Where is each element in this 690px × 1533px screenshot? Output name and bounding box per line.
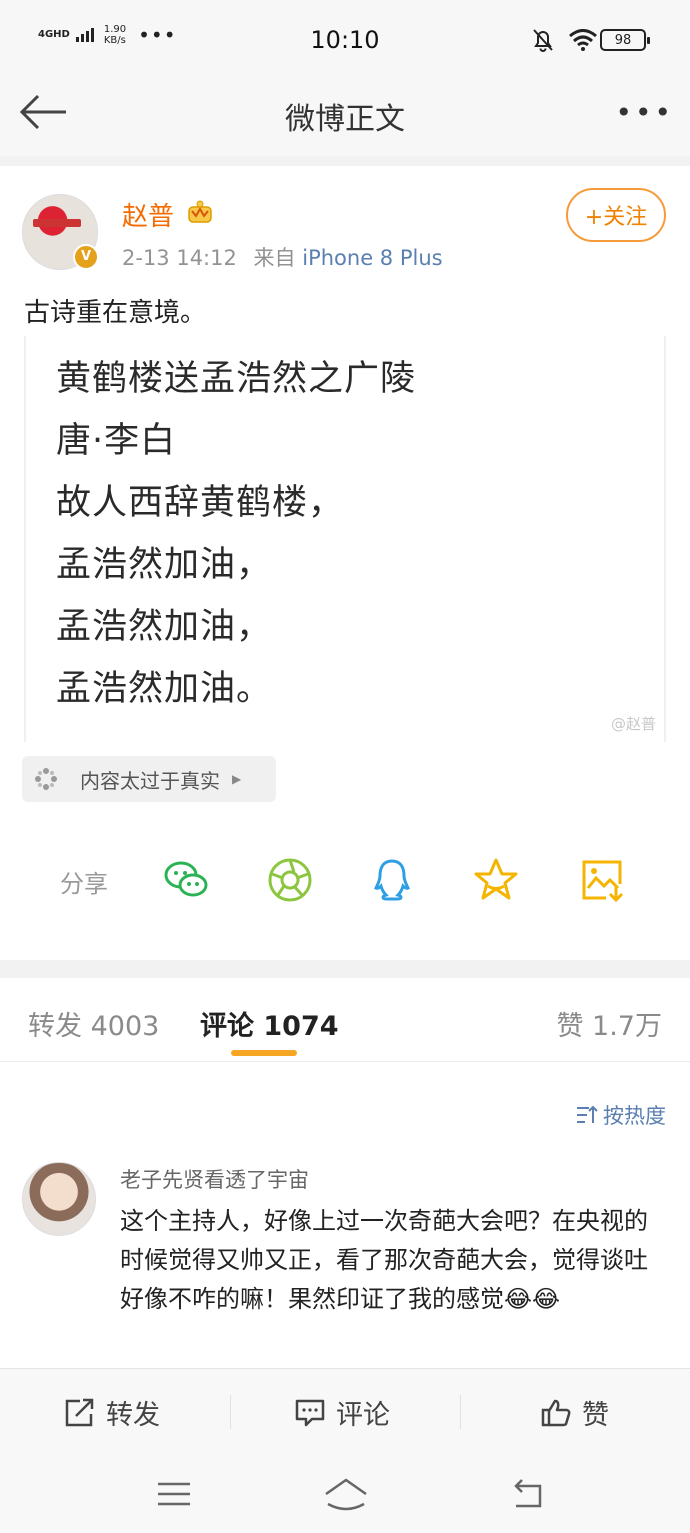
- sort-icon: [577, 1105, 598, 1123]
- moments-icon[interactable]: [266, 856, 314, 904]
- follow-button[interactable]: +关注: [566, 188, 666, 242]
- interaction-tabs: 转发 4003 评论 1074 赞 1.7万: [0, 978, 690, 1062]
- tab-repost[interactable]: 转发 4003: [28, 1004, 159, 1043]
- post-source[interactable]: iPhone 8 Plus: [302, 246, 442, 270]
- poem-line: 孟浩然加油，: [56, 607, 273, 647]
- repost-icon: [65, 1398, 94, 1426]
- status-right: [532, 28, 598, 52]
- comments-section: 按热度 老子先贤看透了宇宙 这个主持人，好像上过一次奇葩大会吧？在央视的时候觉得…: [0, 1062, 690, 1368]
- nav-bar: 微博正文 •••: [0, 78, 690, 156]
- qq-icon[interactable]: [368, 856, 416, 904]
- divider: [460, 1395, 461, 1429]
- like-button[interactable]: 赞: [540, 1393, 609, 1432]
- repost-label: 转发: [106, 1400, 160, 1431]
- from-prefix: 来自: [253, 246, 296, 270]
- commenter-name[interactable]: 老子先贤看透了宇宙: [120, 1164, 309, 1194]
- author-name[interactable]: 赵普: [122, 196, 174, 233]
- comment-text: 这个主持人，好像上过一次奇葩大会吧？在央视的时候觉得又帅又正，看了那次奇葩大会，…: [120, 1207, 648, 1313]
- status-bar: 4GHD 1.90 KB/s ••• 10:10 98: [0, 0, 690, 78]
- comment-label: 评论: [336, 1400, 390, 1431]
- menu-icon[interactable]: [154, 1474, 194, 1514]
- poem-line: 孟浩然加油。: [56, 669, 273, 709]
- home-icon[interactable]: [322, 1474, 370, 1514]
- sparkle-icon: [35, 768, 57, 790]
- poem-title: 黄鹤楼送孟浩然之广陵: [56, 359, 417, 399]
- comment-icon: [295, 1399, 325, 1426]
- share-label: 分享: [60, 870, 108, 898]
- back-icon[interactable]: [508, 1474, 548, 1514]
- weibo-post: V 赵普 2-13 14:12 来自 iPhone 8 Plus +关注 古诗重…: [0, 166, 690, 960]
- battery-level: 98: [614, 32, 632, 48]
- tab-like[interactable]: 赞 1.7万: [556, 1004, 662, 1043]
- post-action-bar: 转发 评论 赞: [0, 1368, 690, 1456]
- system-nav-bar: [0, 1456, 690, 1533]
- member-crown-icon: [188, 200, 212, 223]
- sort-toggle[interactable]: 按热度: [575, 1100, 666, 1130]
- poem-author: 唐·李白: [56, 421, 177, 461]
- chevron-right-icon: ▶: [232, 772, 242, 786]
- post-time: 2-13 14:12: [122, 246, 237, 270]
- like-label: 赞: [582, 1400, 609, 1431]
- topic-tag-label: 内容太过于真实: [80, 768, 220, 793]
- comment-button[interactable]: 评论: [294, 1393, 390, 1432]
- save-image-icon[interactable]: [578, 856, 626, 904]
- page-title: 微博正文: [285, 102, 405, 137]
- divider: [230, 1395, 231, 1429]
- wifi-icon: [569, 29, 597, 51]
- battery-icon: 98: [600, 29, 650, 51]
- share-row: 分享: [0, 852, 690, 908]
- mute-bell-icon: [533, 29, 553, 52]
- topic-tag[interactable]: 内容太过于真实 ▶: [22, 756, 276, 802]
- poem-line: 故人西辞黄鹤楼，: [56, 483, 345, 523]
- post-meta: 2-13 14:12 来自 iPhone 8 Plus: [122, 242, 443, 272]
- verified-badge-icon: V: [73, 244, 99, 270]
- thumbs-up-icon: [541, 1399, 571, 1426]
- more-menu-icon[interactable]: •••: [615, 96, 674, 129]
- favorite-star-icon[interactable]: [472, 856, 520, 904]
- commenter-avatar[interactable]: [22, 1162, 96, 1236]
- post-image[interactable]: 黄鹤楼送孟浩然之广陵 唐·李白 故人西辞黄鹤楼， 孟浩然加油， 孟浩然加油， 孟…: [24, 336, 666, 742]
- active-tab-indicator: [231, 1050, 297, 1056]
- wechat-icon[interactable]: [162, 856, 210, 904]
- poem-line: 孟浩然加油，: [56, 545, 273, 585]
- sort-label: 按热度: [603, 1104, 666, 1128]
- post-text: 古诗重在意境。: [24, 298, 207, 328]
- tab-comment[interactable]: 评论 1074: [200, 1004, 339, 1043]
- repost-button[interactable]: 转发: [64, 1393, 160, 1432]
- image-watermark: @赵普: [610, 715, 656, 733]
